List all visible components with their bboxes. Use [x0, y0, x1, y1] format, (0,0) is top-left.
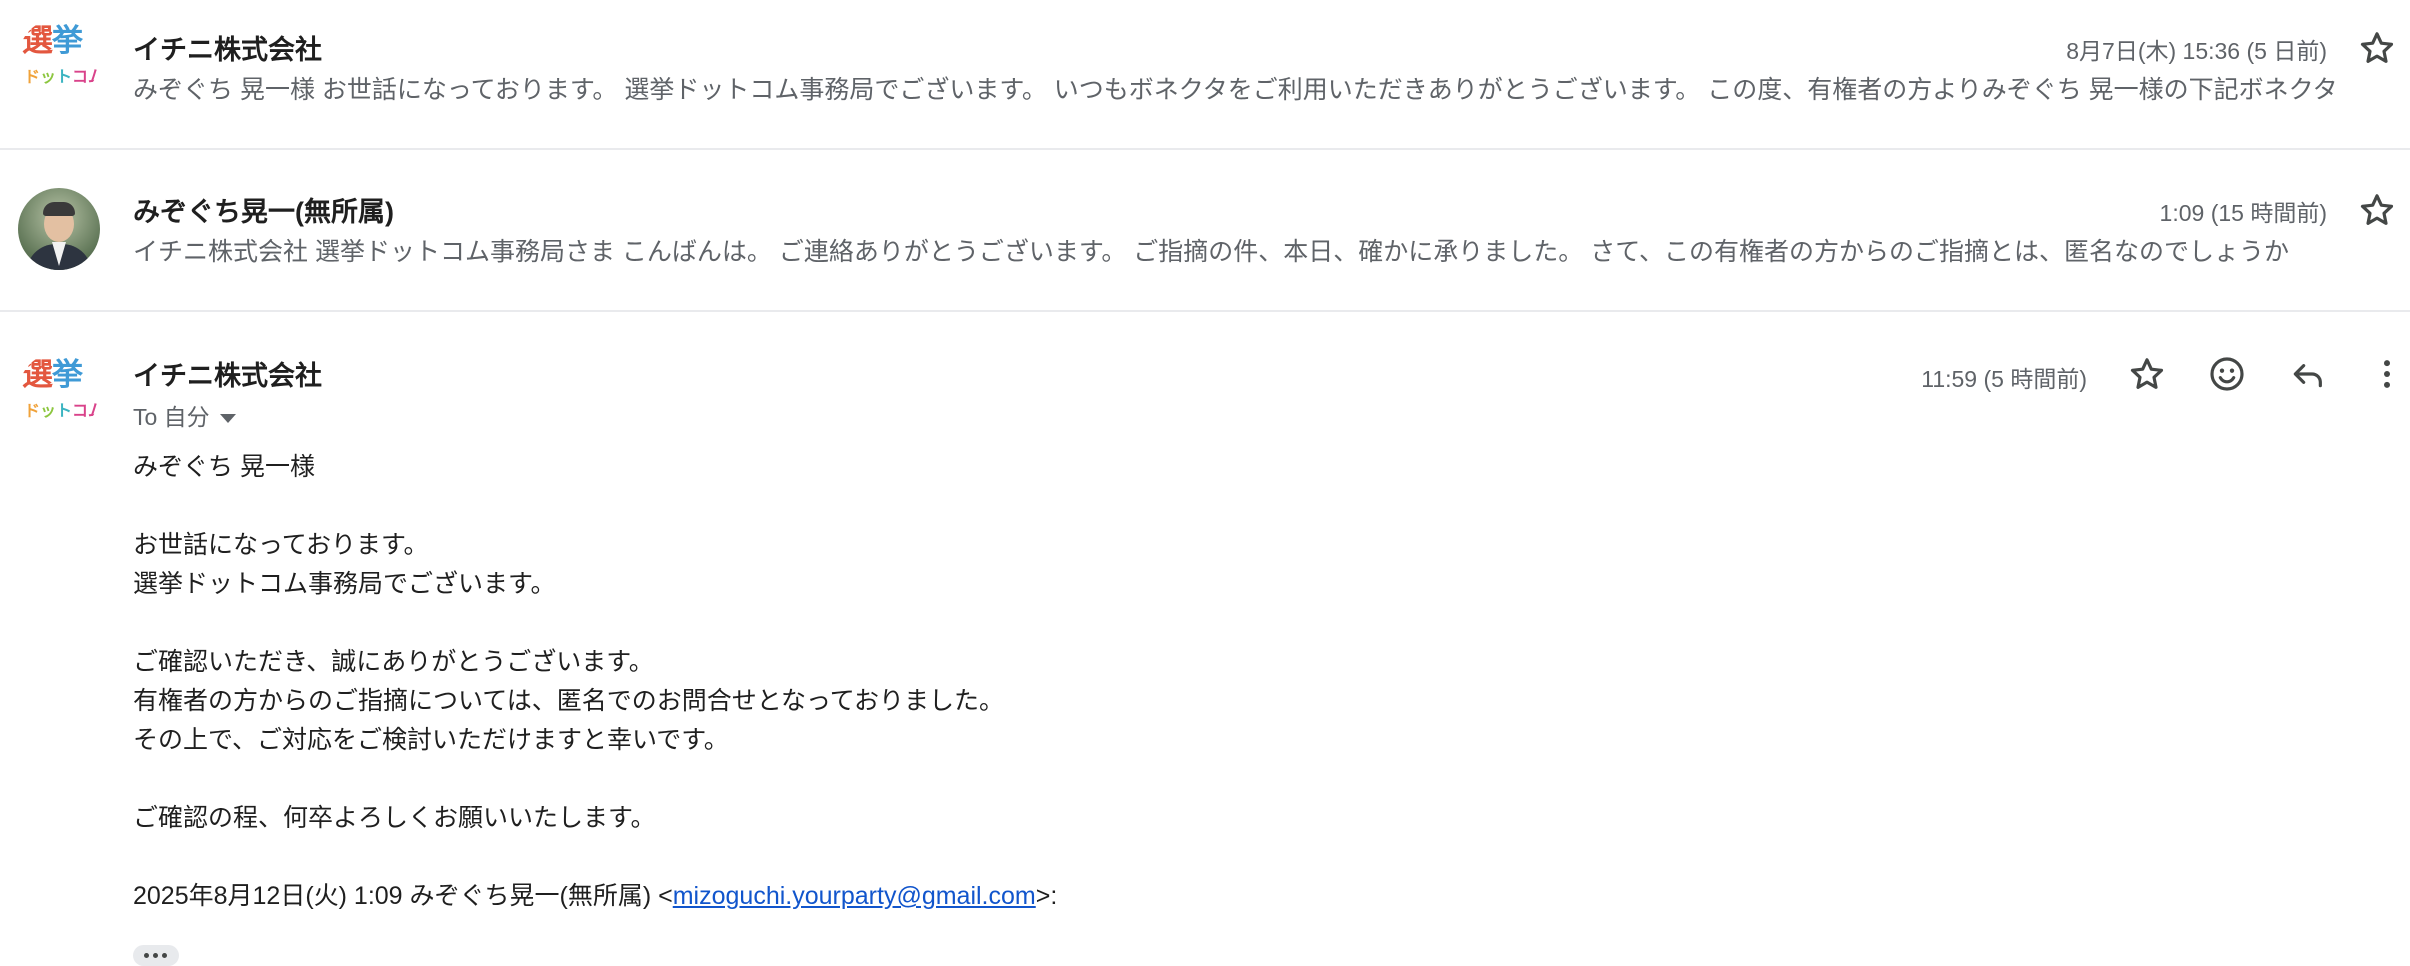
show-trimmed-content-button[interactable] — [133, 945, 179, 966]
star-icon[interactable] — [2357, 190, 2397, 230]
more-horiz-icon-dot — [162, 953, 167, 958]
sender-avatar: 選挙 ドットコム — [18, 352, 100, 434]
reply-icon[interactable] — [2287, 354, 2327, 394]
quoted-email-link[interactable]: mizoguchi.yourparty@gmail.com — [673, 882, 1036, 910]
body-line: 選挙ドットコム事務局でございます。 — [133, 570, 556, 598]
logo-subtext: ドットコム — [24, 67, 100, 86]
quoted-header-prefix: 2025年8月12日(火) 1:09 みぞぐち晃一(無所属) < — [133, 882, 673, 910]
body-line: ご確認いただき、誠にありがとうございます。 — [133, 648, 654, 676]
collapsed-message-1[interactable]: 選挙 ドットコム イチニ株式会社 8月7日(木) 15:36 (5 日前) みぞ… — [0, 0, 2410, 150]
more-horiz-icon-dot — [153, 953, 158, 958]
message-snippet: イチニ株式会社 選挙ドットコム事務局さま こんばんは。 ご連絡ありがとうございま… — [133, 238, 2289, 266]
body-line: 有権者の方からのご指摘については、匿名でのお問合せとなっておりました。 — [133, 687, 1005, 715]
chevron-down-icon — [219, 414, 236, 424]
more-horiz-icon — [144, 953, 149, 958]
star-icon[interactable] — [2357, 28, 2397, 68]
body-line: お世話になっております。 — [133, 531, 429, 559]
message-date: 11:59 (5 時間前) — [1921, 366, 2087, 392]
sender-name: みぞぐち晃一(無所属) — [133, 197, 394, 227]
emoji-icon[interactable] — [2207, 354, 2247, 394]
more-vert-icon[interactable] — [2367, 354, 2407, 394]
avatar-photo-hair — [43, 202, 75, 216]
logo-mark: 選挙 — [22, 357, 83, 393]
star-icon[interactable] — [2127, 354, 2167, 394]
message-snippet: みぞぐち 晃一様 お世話になっております。 選挙ドットコム事務局でございます。 … — [133, 76, 2338, 104]
sender-avatar: 選挙 ドットコム — [18, 18, 100, 100]
message-date: 1:09 (15 時間前) — [2159, 200, 2327, 226]
recipient-label: To 自分 — [133, 404, 210, 430]
sender-avatar — [18, 188, 100, 270]
logo-subtext: ドットコム — [24, 401, 100, 420]
quoted-header-suffix: >: — [1035, 882, 1058, 910]
body-line: ご確認の程、何卒よろしくお願いいたします。 — [133, 804, 656, 832]
quoted-header: 2025年8月12日(火) 1:09 みぞぐち晃一(無所属) <mizoguch… — [133, 877, 1057, 916]
sender-name: イチニ株式会社 — [133, 35, 322, 65]
message-date: 8月7日(木) 15:36 (5 日前) — [2066, 38, 2327, 64]
recipient-details-toggle[interactable]: To 自分 — [133, 398, 236, 432]
body-line: その上で、ご対応をご検討いただけますと幸いです。 — [133, 726, 729, 754]
sender-name: イチニ株式会社 — [133, 361, 322, 391]
logo-mark: 選挙 — [22, 23, 83, 59]
collapsed-message-2[interactable]: みぞぐち晃一(無所属) 1:09 (15 時間前) イチニ株式会社 選挙ドットコ… — [0, 150, 2410, 312]
body-greeting: みぞぐち 晃一様 — [133, 453, 315, 481]
message-body: みぞぐち 晃一様 お世話になっております。 選挙ドットコム事務局でございます。 … — [133, 448, 1057, 916]
